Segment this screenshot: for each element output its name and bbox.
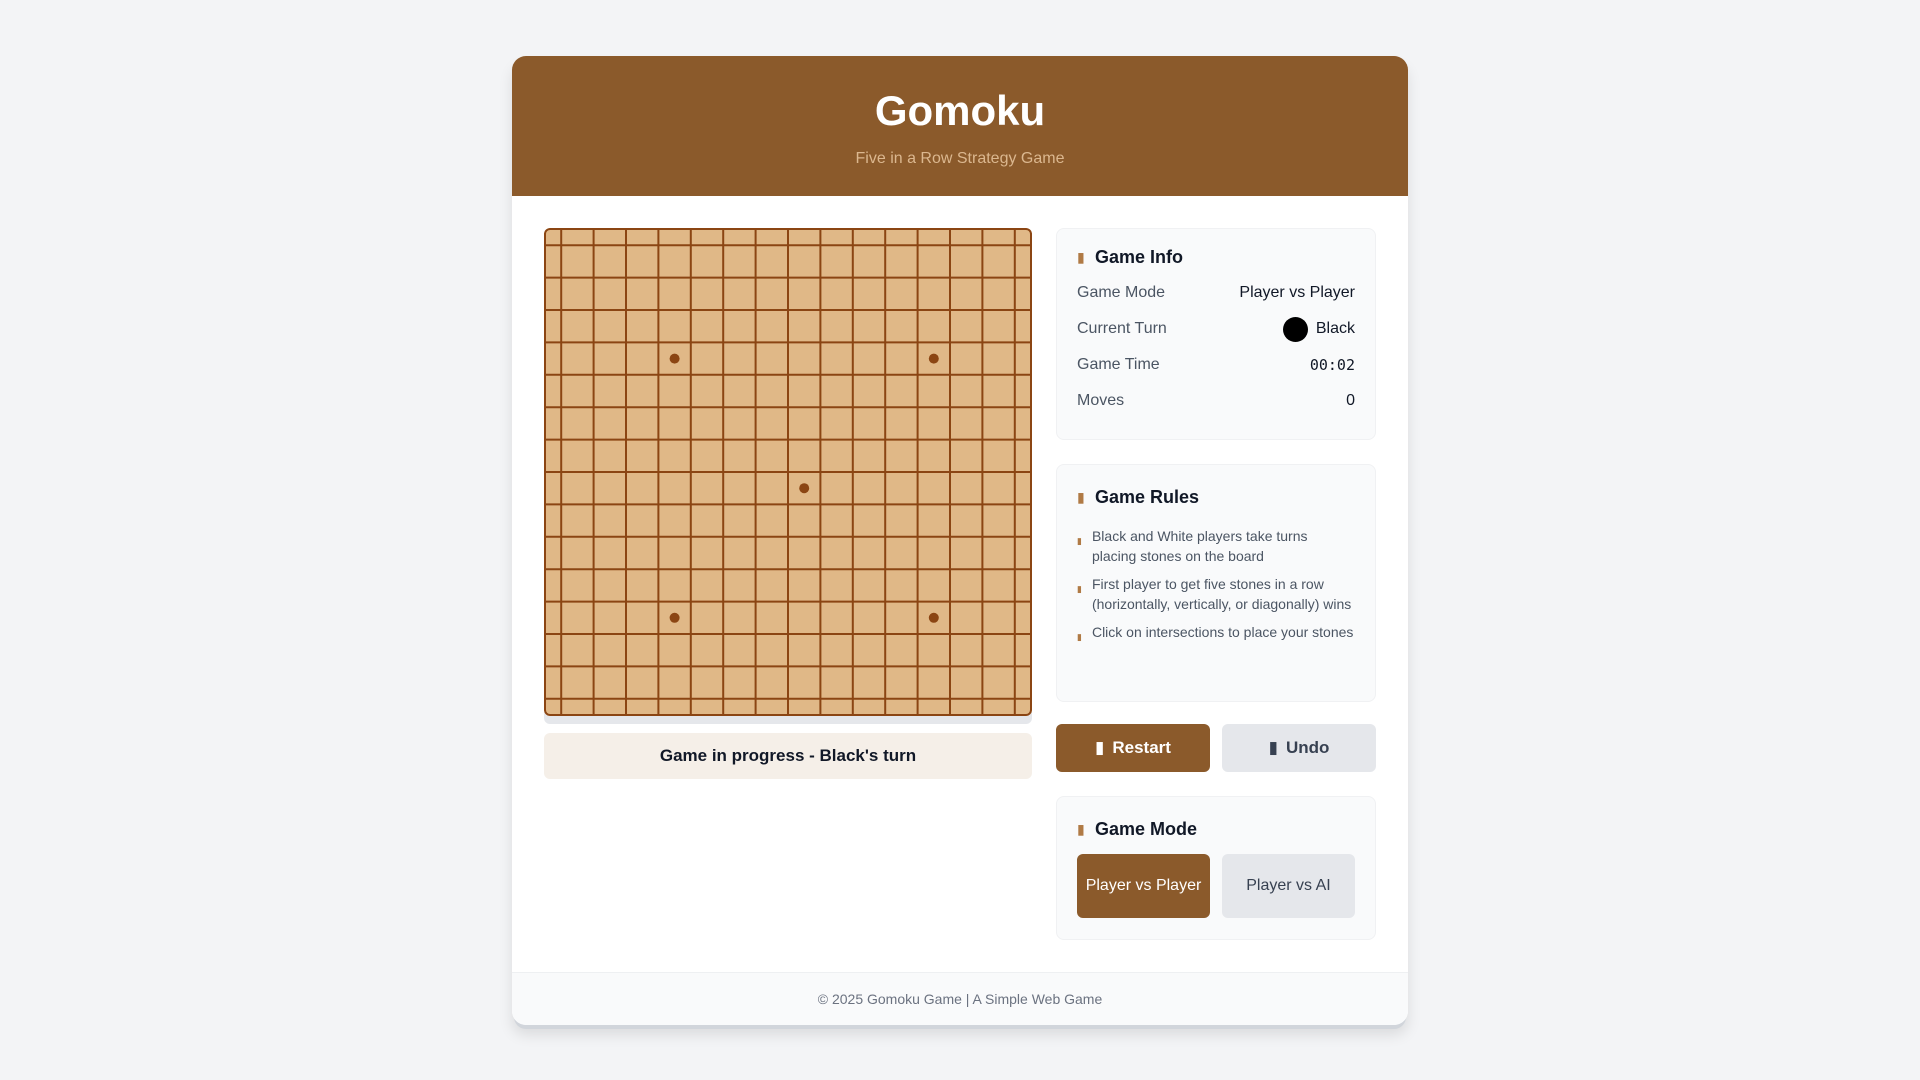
star-point — [669, 612, 680, 623]
info-circle-icon: ▮ — [1077, 249, 1085, 265]
rule-item: ▮ Black and White players take turns pla… — [1077, 526, 1355, 566]
star-point — [928, 353, 939, 364]
pvp-mode-button[interactable]: Player vs Player — [1077, 854, 1210, 918]
mode-buttons: Player vs Player Player vs AI — [1077, 854, 1355, 918]
gamepad-icon: ▮ — [1077, 821, 1085, 837]
page-title: Gomoku — [874, 87, 1046, 134]
star-point — [669, 353, 680, 364]
moves-value: 0 — [1346, 392, 1355, 409]
info-row-moves: Moves 0 — [1077, 390, 1355, 412]
black-stone-icon — [1282, 316, 1308, 342]
footer: © 2025 Gomoku Game | A Simple Web Game — [512, 972, 1408, 1025]
star-point — [799, 483, 810, 494]
restart-button[interactable]: ▮ Restart — [1056, 724, 1210, 772]
current-turn-indicator: Black — [1282, 316, 1355, 342]
game-info-title: Game Info — [1095, 247, 1184, 267]
rules-list: ▮ Black and White players take turns pla… — [1077, 526, 1355, 647]
rule-text: First player to get five stones in a row… — [1091, 576, 1352, 612]
current-turn-label: Current Turn — [1077, 320, 1167, 337]
app-container: Gomoku Five in a Row Strategy Game Game … — [512, 56, 1408, 1025]
rule-text: Black and White players take turns placi… — [1091, 528, 1308, 564]
rule-text: Click on intersections to place your sto… — [1091, 624, 1354, 640]
book-icon: ▮ — [1077, 489, 1085, 505]
rule-item: ▮ First player to get five stones in a r… — [1077, 574, 1355, 614]
moves-label: Moves — [1077, 392, 1125, 409]
current-turn-value: Black — [1315, 320, 1355, 337]
game-time-label: Game Time — [1077, 356, 1160, 373]
game-board[interactable] — [544, 228, 1032, 716]
undo-icon: ▮ — [1268, 738, 1278, 757]
bullet-icon: ▮ — [1077, 632, 1082, 642]
game-time-value: 00:02 — [1309, 356, 1355, 374]
info-row-time: Game Time 00:02 — [1077, 354, 1355, 376]
main-area: Game in progress - Black's turn ▮ Game I… — [512, 196, 1408, 972]
restart-label: Restart — [1112, 738, 1171, 757]
bullet-icon: ▮ — [1077, 536, 1082, 546]
page-subtitle: Five in a Row Strategy Game — [855, 150, 1065, 167]
game-rules-panel: ▮ Game Rules ▮ Black and White players t… — [1056, 464, 1376, 702]
undo-label: Undo — [1285, 738, 1330, 757]
pvai-mode-button[interactable]: Player vs AI — [1222, 854, 1355, 918]
game-rules-header: ▮ Game Rules — [1077, 487, 1355, 508]
star-point — [928, 612, 939, 623]
game-mode-header: ▮ Game Mode — [1077, 819, 1355, 840]
info-row-turn: Current Turn Black — [1077, 316, 1355, 342]
status-message: Game in progress - Black's turn — [544, 733, 1032, 779]
undo-button[interactable]: ▮ Undo — [1222, 724, 1376, 772]
header: Gomoku Five in a Row Strategy Game — [512, 56, 1408, 196]
game-mode-label: Game Mode — [1077, 284, 1166, 301]
info-row-mode: Game Mode Player vs Player — [1077, 282, 1355, 304]
rule-item: ▮ Click on intersections to place your s… — [1077, 622, 1355, 647]
restart-icon: ▮ — [1095, 738, 1105, 757]
game-mode-panel: ▮ Game Mode Player vs Player Player vs A… — [1056, 796, 1376, 940]
bullet-icon: ▮ — [1077, 584, 1082, 594]
game-mode-title: Game Mode — [1095, 819, 1198, 839]
game-info-panel: ▮ Game Info Game Mode Player vs Player C… — [1056, 228, 1376, 440]
game-info-header: ▮ Game Info — [1077, 247, 1355, 268]
game-rules-title: Game Rules — [1095, 487, 1200, 507]
board-container — [544, 228, 1032, 724]
game-mode-value: Player vs Player — [1239, 284, 1355, 301]
